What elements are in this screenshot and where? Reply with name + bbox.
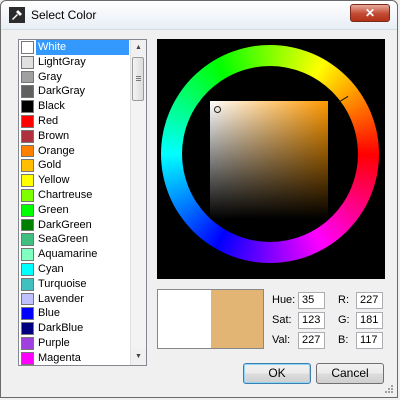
value-field[interactable]: 227 <box>298 332 325 349</box>
list-item-magenta[interactable]: Magenta <box>19 351 131 365</box>
color-swatch <box>21 292 34 306</box>
color-swatch <box>21 203 34 217</box>
list-item-seagreen[interactable]: SeaGreen <box>19 232 131 247</box>
color-list-items: White LightGray Gray DarkGray Black Red Brown O… <box>19 40 131 365</box>
color-swatch <box>21 307 34 321</box>
scroll-down-icon[interactable]: ▼ <box>131 349 146 365</box>
original-color-swatch <box>158 290 211 348</box>
color-swatch <box>21 218 34 232</box>
saturation-field[interactable]: 123 <box>298 312 325 329</box>
color-swatch <box>21 233 34 247</box>
color-swatch <box>21 70 34 84</box>
color-name: Aquamarine <box>38 248 98 261</box>
color-swatch <box>21 262 34 276</box>
list-item-gray[interactable]: Gray <box>19 70 131 85</box>
color-name: LightGray <box>38 55 86 68</box>
color-name: Chartreuse <box>38 188 93 201</box>
list-item-darkgreen[interactable]: DarkGreen <box>19 218 131 233</box>
hue-field[interactable]: 35 <box>298 292 325 309</box>
color-swatch <box>21 41 34 54</box>
color-swatch <box>21 159 34 173</box>
list-item-lightgray[interactable]: LightGray <box>19 55 131 70</box>
color-name: DarkGreen <box>38 218 92 231</box>
color-swatch <box>21 100 34 113</box>
color-name: Turquoise <box>38 277 87 290</box>
color-name: Green <box>38 203 69 216</box>
list-item-chartreuse[interactable]: Chartreuse <box>19 188 131 203</box>
list-item-gold[interactable]: Gold <box>19 158 131 173</box>
color-swatch <box>21 174 34 187</box>
list-item-orange[interactable]: Orange <box>19 144 131 159</box>
color-name: Lavender <box>38 292 84 305</box>
color-swatch <box>21 129 34 143</box>
red-field[interactable]: 227 <box>356 292 383 309</box>
close-icon: ✕ <box>364 6 376 20</box>
color-swatch <box>21 188 34 202</box>
list-item-darkgray[interactable]: DarkGray <box>19 84 131 99</box>
color-name: Magenta <box>38 351 81 364</box>
saturation-value-marker[interactable] <box>214 106 221 113</box>
r-label: R: <box>338 294 349 306</box>
color-wheel-panel <box>157 39 385 279</box>
list-item-aquamarine[interactable]: Aquamarine <box>19 247 131 262</box>
select-color-dialog: Select Color ✕ White LightGray Gray DarkGra… <box>0 0 398 398</box>
color-preview <box>157 289 264 349</box>
color-swatch <box>21 144 34 158</box>
list-item-black[interactable]: Black <box>19 99 131 114</box>
color-name: Cyan <box>38 262 64 275</box>
list-item-yellow[interactable]: Yellow <box>19 173 131 188</box>
ok-button[interactable]: OK <box>243 363 311 384</box>
list-item-brown[interactable]: Brown <box>19 129 131 144</box>
hue-label: Hue: <box>272 294 296 306</box>
blue-field[interactable]: 117 <box>356 332 383 349</box>
color-name: Blue <box>38 307 61 320</box>
dialog-title: Select Color <box>31 8 97 22</box>
color-swatch <box>21 114 34 128</box>
scroll-up-icon[interactable]: ▲ <box>131 40 146 56</box>
color-name: Orange <box>38 144 75 157</box>
list-item-cyan[interactable]: Cyan <box>19 262 131 277</box>
close-button[interactable]: ✕ <box>350 4 390 22</box>
color-swatch <box>21 322 34 335</box>
color-name: Red <box>38 114 59 127</box>
list-item-blue[interactable]: Blue <box>19 306 131 321</box>
color-name: DarkBlue <box>38 322 84 335</box>
g-label: G: <box>338 314 350 326</box>
cancel-button[interactable]: Cancel <box>316 363 384 384</box>
scrollbar[interactable]: ▲ ▼ <box>130 40 146 365</box>
list-item-green[interactable]: Green <box>19 203 131 218</box>
color-list[interactable]: White LightGray Gray DarkGray Black Red Brown O… <box>18 39 147 366</box>
title-bar[interactable]: Select Color ✕ <box>1 1 397 30</box>
list-item-white[interactable]: White <box>19 40 131 55</box>
list-item-lavender[interactable]: Lavender <box>19 292 131 307</box>
val-label: Val: <box>272 334 291 346</box>
resize-grip-icon[interactable] <box>384 384 394 394</box>
green-field[interactable]: 181 <box>356 312 383 329</box>
saturation-value-square[interactable] <box>210 101 328 219</box>
new-color-swatch <box>210 290 263 348</box>
color-name: Black <box>38 100 65 113</box>
color-swatch <box>21 277 34 291</box>
b-label: B: <box>338 334 349 346</box>
color-swatch <box>21 351 34 365</box>
color-swatch <box>21 248 34 261</box>
list-item-purple[interactable]: Purple <box>19 336 131 351</box>
color-name: Gray <box>38 70 62 83</box>
color-picker-icon <box>9 7 25 23</box>
color-name: Yellow <box>38 174 70 187</box>
sat-label: Sat: <box>272 314 292 326</box>
color-swatch <box>21 336 34 350</box>
color-name: DarkGray <box>38 85 86 98</box>
scroll-thumb[interactable] <box>132 57 144 101</box>
color-name: SeaGreen <box>38 233 89 246</box>
list-item-red[interactable]: Red <box>19 114 131 129</box>
list-item-turquoise[interactable]: Turquoise <box>19 277 131 292</box>
color-name: Gold <box>38 159 62 172</box>
color-name: Purple <box>38 336 70 349</box>
color-name: White <box>36 40 129 55</box>
color-swatch <box>21 55 34 69</box>
color-name: Brown <box>38 129 70 142</box>
color-swatch <box>21 85 34 99</box>
list-item-darkblue[interactable]: DarkBlue <box>19 321 131 336</box>
